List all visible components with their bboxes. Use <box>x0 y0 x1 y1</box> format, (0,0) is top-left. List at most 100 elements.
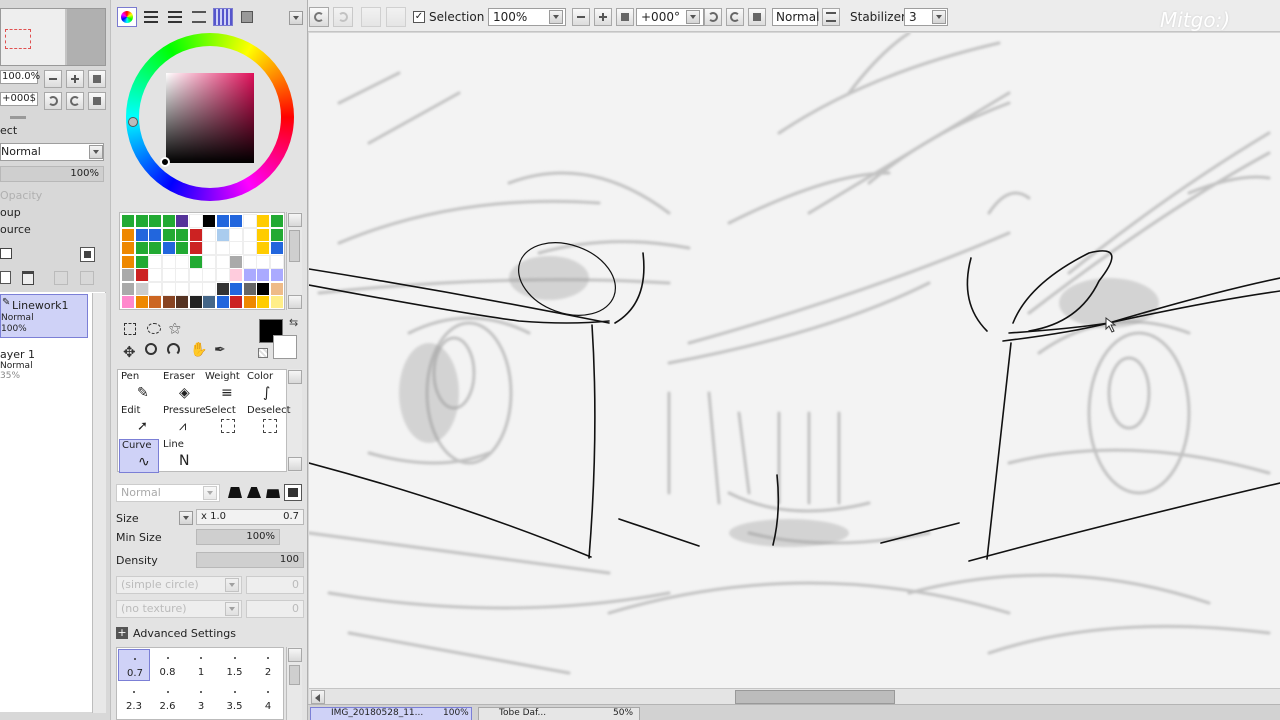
navigator-angle-field[interactable]: +000$ <box>0 92 38 106</box>
brush-size-preset[interactable]: 4 <box>252 683 284 715</box>
tool-pressure[interactable]: Pressure ⩘ <box>161 405 206 439</box>
lasso-icon[interactable] <box>147 323 161 334</box>
eyedropper-icon[interactable]: ✒ <box>214 342 226 358</box>
color-swatch[interactable] <box>230 215 242 227</box>
zoom-reset-button[interactable] <box>88 70 106 88</box>
rotate-reset-button[interactable] <box>88 92 106 110</box>
rotate-icon[interactable] <box>167 343 180 356</box>
brush-shape-dropdown-icon[interactable] <box>225 578 239 592</box>
selection-source-label[interactable]: ource <box>0 223 31 236</box>
toolbar-rotate-right-button[interactable] <box>726 8 744 26</box>
color-swatch[interactable] <box>243 296 256 308</box>
color-swatch[interactable] <box>270 296 283 308</box>
hsv-slider-icon[interactable] <box>168 11 182 23</box>
color-swatch[interactable] <box>270 282 283 295</box>
color-swatch[interactable] <box>161 268 176 282</box>
brush-size-preset[interactable]: 2 <box>252 649 284 681</box>
scratchpad-icon[interactable] <box>241 11 253 23</box>
color-swatch[interactable] <box>189 255 202 268</box>
color-swatch[interactable] <box>175 281 189 296</box>
zoom-in-button[interactable] <box>66 70 84 88</box>
layer-mask-icon[interactable] <box>80 247 95 262</box>
color-swatch[interactable] <box>122 242 134 254</box>
color-swatch-grid[interactable] <box>119 212 285 310</box>
navigator-thumbnail[interactable] <box>0 8 106 66</box>
color-swatch[interactable] <box>215 268 230 282</box>
brush-shape-value[interactable]: 0 <box>246 576 304 594</box>
color-swatch[interactable] <box>148 281 162 296</box>
tool-edit[interactable]: Edit ➚ <box>119 405 159 439</box>
rgb-slider-icon[interactable] <box>144 11 158 23</box>
user-mix-icon[interactable] <box>192 11 206 23</box>
color-swatch[interactable] <box>230 296 242 308</box>
delete-layer-icon[interactable] <box>22 271 34 285</box>
color-swatch[interactable] <box>230 282 242 295</box>
color-swatch[interactable] <box>189 296 202 308</box>
deselect-button[interactable] <box>361 7 381 27</box>
stabilizer-dropdown-icon[interactable] <box>932 10 946 24</box>
color-swatch[interactable] <box>175 268 189 282</box>
color-swatch[interactable] <box>149 228 161 241</box>
color-swatch[interactable] <box>189 242 202 254</box>
toolbar-rotate-left-button[interactable] <box>704 8 722 26</box>
color-swatch[interactable] <box>230 255 242 268</box>
color-swatch[interactable] <box>269 254 284 269</box>
saturation-value-square[interactable] <box>166 73 254 163</box>
panel-divider-grip[interactable] <box>10 116 26 119</box>
tool-deselect[interactable]: Deselect <box>245 405 291 439</box>
color-swatch[interactable] <box>175 254 189 269</box>
advanced-settings-label[interactable]: Advanced Settings <box>133 627 236 640</box>
color-wheel-mode-button[interactable] <box>117 7 137 27</box>
new-folder-icon[interactable] <box>0 248 12 259</box>
color-swatch[interactable] <box>257 228 269 241</box>
toolbar-zoom-reset-button[interactable] <box>616 8 634 26</box>
view-mode-select[interactable]: Normal <box>772 8 819 26</box>
magic-wand-icon[interactable]: ⚝ <box>169 321 183 335</box>
color-swatch[interactable] <box>122 296 134 308</box>
brush-shape-soft[interactable] <box>266 489 280 498</box>
brush-tool-scrollbar[interactable] <box>286 369 302 472</box>
scroll-thumb[interactable] <box>735 690 895 704</box>
color-swatch[interactable] <box>176 296 188 308</box>
undo-button[interactable] <box>309 7 329 27</box>
brush-size-preset[interactable]: 2.3 <box>118 683 150 715</box>
color-swatch[interactable] <box>148 254 162 269</box>
brush-size-preset[interactable]: 3 <box>185 683 217 715</box>
size-multiplier-dropdown[interactable] <box>179 511 193 525</box>
transfer-down-icon[interactable] <box>0 271 11 284</box>
color-swatch[interactable] <box>135 215 148 227</box>
sv-marker[interactable] <box>160 157 170 167</box>
color-swatch[interactable] <box>202 268 216 282</box>
size-slider[interactable]: x 1.0 0.7 <box>196 509 304 525</box>
brush-shape-flat[interactable] <box>284 484 302 501</box>
color-swatch[interactable] <box>215 254 230 269</box>
color-swatch[interactable] <box>256 254 270 269</box>
color-swatch[interactable] <box>162 228 175 241</box>
color-swatch[interactable] <box>203 215 215 227</box>
color-swatch[interactable] <box>176 242 188 254</box>
layer-opacity-slider[interactable]: 100% <box>0 166 104 182</box>
color-swatch[interactable] <box>242 254 257 269</box>
color-swatch[interactable] <box>122 282 134 295</box>
color-swatch[interactable] <box>188 268 203 282</box>
brush-shape-hard[interactable] <box>228 487 242 498</box>
color-swatch[interactable] <box>242 241 257 255</box>
color-swatch[interactable] <box>135 228 148 241</box>
color-swatch[interactable] <box>216 282 229 295</box>
color-swatch[interactable] <box>270 269 283 281</box>
document-tab-active[interactable]: IMG_20180528_11... 100% <box>310 707 472 720</box>
color-swatch[interactable] <box>176 228 188 241</box>
brush-size-preset[interactable]: 0.8 <box>152 649 184 681</box>
layer-item[interactable]: ayer 1 Normal 35% <box>0 342 88 384</box>
layer-list-scrollbar[interactable] <box>92 293 106 713</box>
color-swatch[interactable] <box>149 296 161 308</box>
brush-texture-dropdown-icon[interactable] <box>225 602 239 616</box>
color-swatch[interactable] <box>270 215 283 227</box>
toolbar-zoom-in-button[interactable] <box>594 8 612 26</box>
color-swatch[interactable] <box>135 296 148 308</box>
color-swatch[interactable] <box>229 227 243 242</box>
color-swatch[interactable] <box>149 215 161 227</box>
zoom-icon[interactable] <box>145 343 157 355</box>
brush-shape-medium[interactable] <box>247 487 261 498</box>
rotate-left-button[interactable] <box>44 92 62 110</box>
